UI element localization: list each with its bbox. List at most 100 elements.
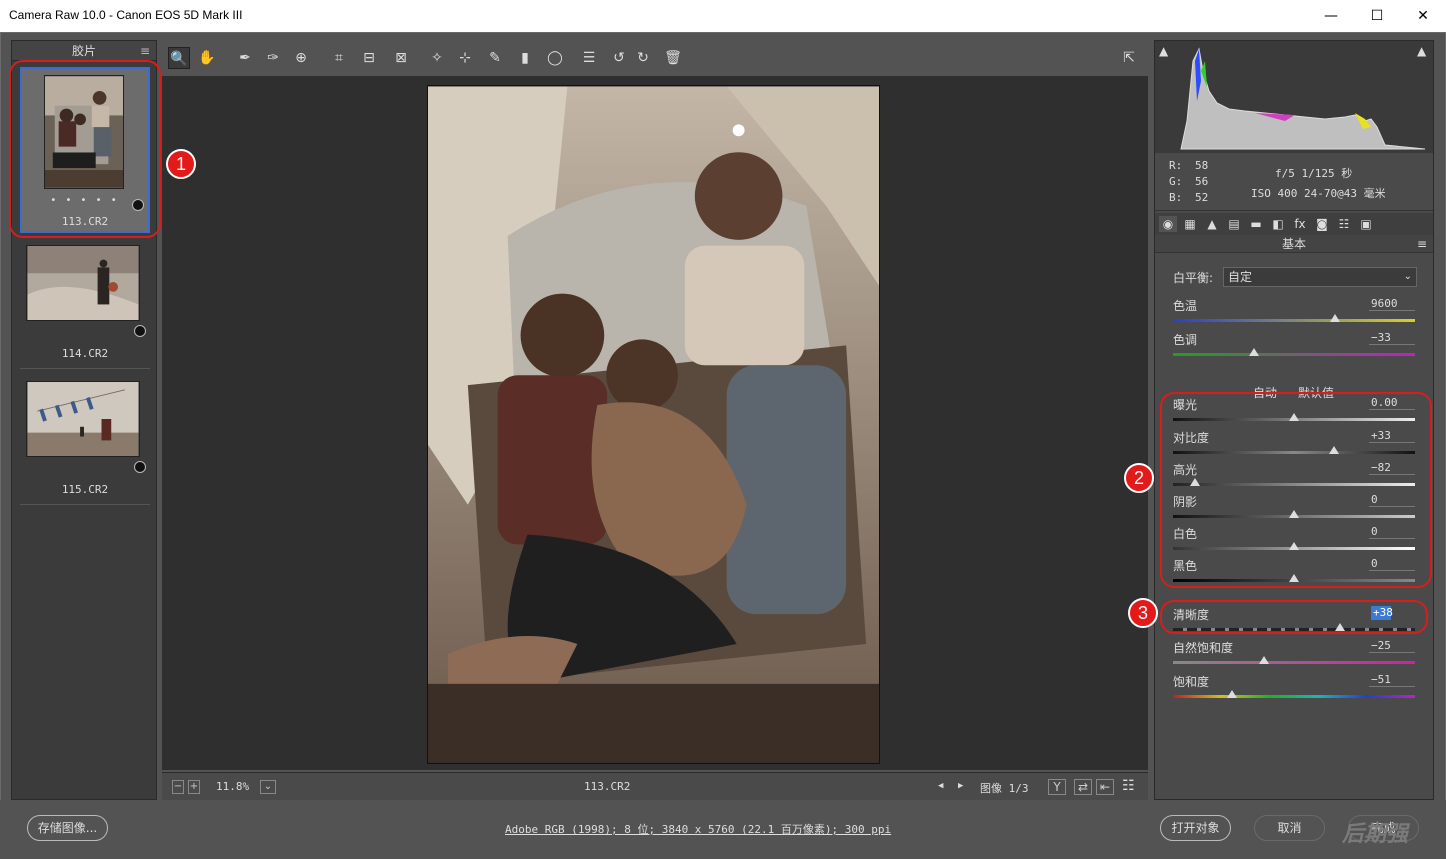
radial-filter-icon[interactable]: ◯ (544, 47, 566, 69)
zoom-in-button[interactable]: + (188, 780, 200, 794)
tone-curve-tab-icon[interactable]: ▦ (1181, 216, 1199, 232)
open-object-button[interactable]: 打开对象 (1160, 815, 1231, 841)
temperature-label: 色温 (1173, 299, 1198, 313)
tint-value[interactable]: −33 (1369, 331, 1415, 345)
trash-icon[interactable]: 🗑 (662, 47, 684, 69)
white-balance-icon[interactable]: ✒ (234, 47, 256, 69)
straighten-icon[interactable]: ⊟ (358, 47, 380, 69)
presets-tab-icon[interactable]: ☷ (1335, 216, 1353, 232)
view-settings-icon[interactable]: ☷ (1122, 778, 1135, 794)
red-eye-icon[interactable]: ⊹ (454, 47, 476, 69)
next-image-icon[interactable]: ▶ (958, 781, 963, 791)
temperature-track[interactable] (1173, 319, 1415, 322)
basic-tab-icon[interactable]: ◉ (1159, 216, 1177, 232)
thumbnail-image (26, 381, 140, 457)
rgb-b-label: B: (1169, 191, 1183, 204)
before-after-y-icon[interactable]: Y (1048, 779, 1066, 795)
prev-image-icon[interactable]: ◀ (938, 781, 943, 791)
callout-3: 3 (1128, 598, 1158, 628)
white-balance-value: 自定 (1228, 270, 1253, 284)
rgb-g-value: 56 (1195, 175, 1209, 188)
graduated-filter-icon[interactable]: ▮ (514, 47, 536, 69)
zoom-dropdown[interactable]: ⌄ (260, 780, 276, 794)
tint-thumb[interactable] (1249, 348, 1260, 356)
rgb-g-label: G: (1169, 175, 1183, 188)
saturation-track[interactable] (1173, 695, 1415, 698)
tint-label: 色调 (1173, 333, 1198, 347)
vibrance-track[interactable] (1173, 661, 1415, 664)
spot-removal-icon[interactable]: ✧ (426, 47, 448, 69)
panel-menu-icon[interactable]: ≡ (1417, 235, 1427, 253)
zoom-out-button[interactable]: − (172, 780, 184, 794)
fullscreen-toggle-icon[interactable]: ⇱ (1118, 47, 1140, 69)
adjusted-badge-icon (134, 461, 146, 473)
status-bar: − + 11.8% ⌄ 113.CR2 ◀ ▶ 图像 1/3 Y ⇄ ⇤ ☷ (162, 772, 1148, 800)
filmstrip-header: 胶片 ≡ (12, 41, 156, 61)
temperature-value[interactable]: 9600 (1369, 297, 1415, 311)
temperature-slider[interactable]: 色温 9600 (1173, 297, 1415, 325)
tint-slider[interactable]: 色调 −33 (1173, 331, 1415, 359)
title-bar: Camera Raw 10.0 - Canon EOS 5D Mark III … (0, 0, 1446, 32)
vibrance-value[interactable]: −25 (1369, 639, 1415, 653)
shadow-clip-warning-icon: ▲ (1159, 44, 1169, 58)
current-filename: 113.CR2 (584, 780, 631, 793)
saturation-value[interactable]: −51 (1369, 673, 1415, 687)
save-image-button[interactable]: 存储图像... (27, 815, 108, 841)
aperture-shutter: f/5 1/125 秒 (1275, 167, 1353, 180)
workflow-options-link[interactable]: Adobe RGB (1998); 8 位; 3840 x 5760 (22.1… (505, 821, 891, 837)
vibrance-slider[interactable]: 自然饱和度 −25 (1173, 639, 1415, 667)
white-balance-select[interactable]: 自定 ⌄ (1223, 267, 1417, 287)
saturation-slider[interactable]: 饱和度 −51 (1173, 673, 1415, 701)
rotate-ccw-icon[interactable]: ↺ (608, 47, 630, 69)
copy-settings-icon[interactable]: ⇤ (1096, 779, 1114, 795)
detail-tab-icon[interactable]: ▲ (1203, 216, 1221, 232)
minimize-button[interactable]: — (1308, 0, 1354, 32)
callout-1: 1 (166, 149, 196, 179)
maximize-button[interactable]: ☐ (1354, 0, 1400, 32)
saturation-thumb[interactable] (1227, 690, 1238, 698)
rotate-cw-icon[interactable]: ↻ (632, 47, 654, 69)
callout-2: 2 (1124, 463, 1154, 493)
zoom-level[interactable]: 11.8% (216, 780, 249, 793)
hand-icon[interactable]: ✋ (196, 47, 218, 69)
snapshots-tab-icon[interactable]: ▣ (1357, 216, 1375, 232)
image-counter: 图像 1/3 (980, 782, 1029, 795)
filmstrip-item-114[interactable]: 114.CR2 (20, 241, 150, 369)
panel-title: 基本 ≡ (1155, 235, 1433, 253)
color-sampler-icon[interactable]: ✑ (262, 47, 284, 69)
annotation-ring-filmstrip (9, 60, 161, 238)
transform-icon[interactable]: ⊠ (390, 47, 412, 69)
effects-tab-icon[interactable]: fx (1291, 216, 1309, 232)
crop-icon[interactable]: ⌗ (328, 47, 350, 69)
adjusted-badge-icon (134, 325, 146, 337)
temperature-thumb[interactable] (1330, 314, 1341, 322)
calibration-tab-icon[interactable]: ◙ (1313, 216, 1331, 232)
lens-tab-icon[interactable]: ◧ (1269, 216, 1287, 232)
annotation-ring-clarity (1160, 600, 1428, 634)
swap-settings-icon[interactable]: ⇄ (1074, 779, 1092, 795)
rgb-b-value: 52 (1195, 191, 1209, 204)
annotation-ring-tone (1160, 392, 1432, 588)
vibrance-label: 自然饱和度 (1173, 641, 1234, 655)
hsl-tab-icon[interactable]: ▤ (1225, 216, 1243, 232)
preferences-icon[interactable]: ☰ (578, 47, 600, 69)
histogram: ▲ ▲ (1155, 41, 1433, 153)
cancel-button[interactable]: 取消 (1254, 815, 1325, 841)
thumbnail-image (26, 245, 140, 321)
filmstrip-item-115[interactable]: 115.CR2 (20, 377, 150, 505)
split-toning-tab-icon[interactable]: ▬ (1247, 216, 1265, 232)
iso-lens: ISO 400 24-70@43 毫米 (1251, 187, 1386, 200)
close-button[interactable]: ✕ (1400, 0, 1446, 32)
preview-image[interactable] (427, 85, 880, 764)
chevron-down-icon: ⌄ (1403, 271, 1412, 282)
zoom-icon[interactable]: 🔍 (168, 47, 190, 69)
rgb-r-value: 58 (1195, 159, 1209, 172)
tint-track[interactable] (1173, 353, 1415, 356)
window-title: Camera Raw 10.0 - Canon EOS 5D Mark III (9, 8, 243, 22)
vibrance-thumb[interactable] (1258, 656, 1269, 664)
adjustment-brush-icon[interactable]: ✎ (484, 47, 506, 69)
filmstrip-title: 胶片 (71, 44, 96, 58)
image-info: R: 58 G: 56 B: 52 f/5 1/125 秒 ISO 400 24… (1155, 153, 1433, 211)
filmstrip-menu-icon[interactable]: ≡ (140, 41, 150, 61)
targeted-adjust-icon[interactable]: ⊕ (290, 47, 312, 69)
